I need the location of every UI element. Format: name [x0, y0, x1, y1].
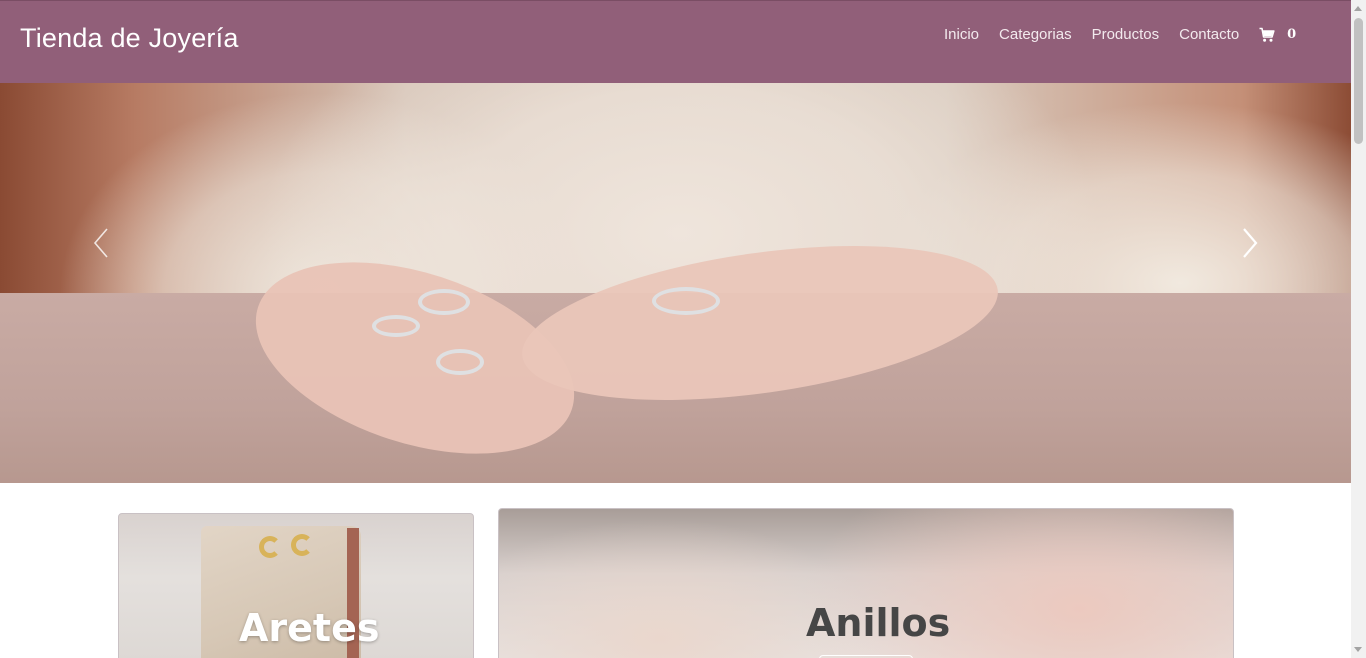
cart-button[interactable]: 0 — [1259, 27, 1296, 43]
earring-image — [259, 536, 281, 558]
ring-image — [418, 289, 470, 315]
nav-link-inicio[interactable]: Inicio — [944, 26, 979, 43]
hero-carousel — [0, 83, 1351, 483]
ring-image — [372, 315, 420, 337]
carousel-next-button[interactable] — [1235, 223, 1265, 263]
category-title: Aretes — [239, 606, 380, 650]
nav-links: Inicio Categorias Productos Contacto 0 — [944, 26, 1296, 43]
scroll-down-arrow-icon[interactable] — [1354, 647, 1362, 652]
page-scrollbar[interactable] — [1351, 0, 1366, 658]
category-title: Anillos — [806, 601, 951, 645]
cart-icon — [1259, 27, 1275, 42]
carousel-prev-button[interactable] — [86, 223, 116, 263]
category-card-aretes[interactable]: Aretes — [118, 513, 474, 658]
earring-image — [291, 534, 313, 556]
navbar: Tienda de Joyería Inicio Categorias Prod… — [0, 0, 1351, 83]
nav-link-productos[interactable]: Productos — [1092, 26, 1160, 43]
chevron-left-icon — [93, 228, 108, 258]
chevron-right-icon — [1243, 228, 1258, 258]
ring-image — [652, 287, 720, 315]
cart-count: 0 — [1287, 27, 1297, 42]
scroll-up-arrow-icon[interactable] — [1354, 6, 1362, 11]
nav-link-categorias[interactable]: Categorias — [999, 26, 1072, 43]
nav-link-contacto[interactable]: Contacto — [1179, 26, 1239, 43]
category-card-anillos[interactable]: Anillos — [498, 508, 1234, 658]
brand-logo[interactable]: Tienda de Joyería — [20, 23, 239, 54]
scrollbar-thumb[interactable] — [1354, 18, 1363, 144]
ring-image — [436, 349, 484, 375]
